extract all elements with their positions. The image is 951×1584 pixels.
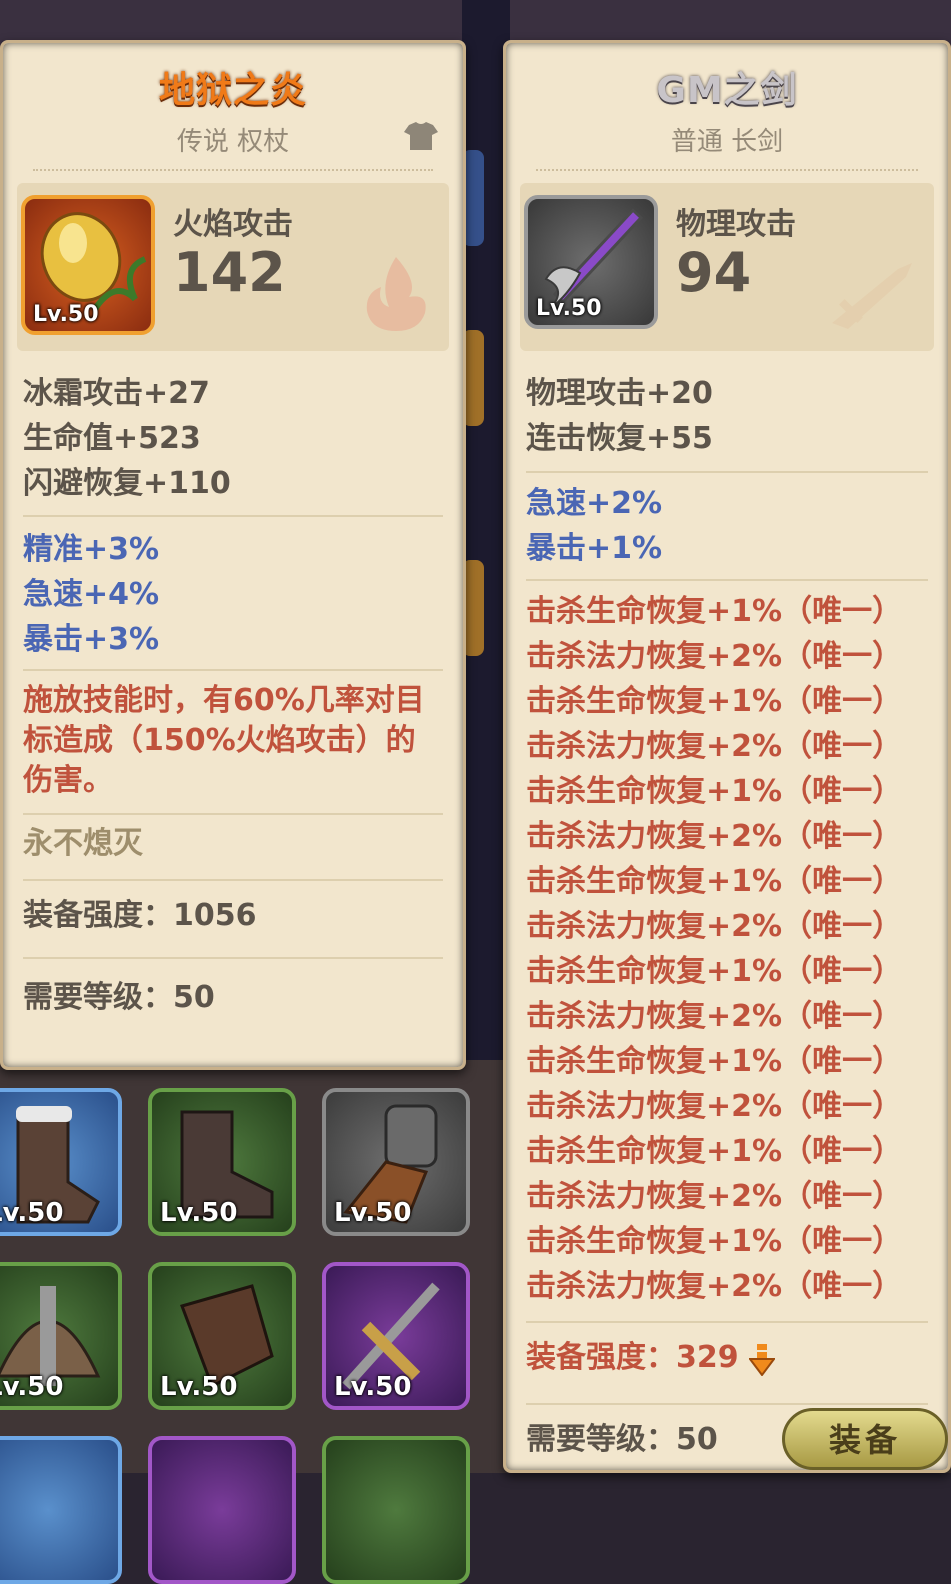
equipment-strength: 装备强度：1056 xyxy=(23,893,443,938)
stat-line: 闪避恢复+110 xyxy=(23,466,231,501)
main-stat-box: Lv.50 火焰攻击 142 xyxy=(17,183,449,351)
main-stat-label: 火焰攻击 xyxy=(173,207,293,242)
stat-line: 急速+2% xyxy=(526,486,663,521)
slot-level: Lv.50 xyxy=(0,1372,64,1402)
skill-effect-text: 施放技能时，有60%几率对目标造成（150%火焰攻击）的伤害。 xyxy=(23,683,425,798)
unique-stat-line: 击杀生命恢复+1%（唯一） xyxy=(526,1134,903,1169)
unique-stats: 击杀生命恢复+1%（唯一） 击杀法力恢复+2%（唯一） 击杀生命恢复+1%（唯一… xyxy=(526,589,928,1309)
slot-level: Lv.50 xyxy=(0,1198,64,1228)
required-level-label: 需要等级： xyxy=(526,1422,676,1457)
slot-level: Lv.50 xyxy=(334,1372,412,1402)
unique-stat-line: 击杀生命恢复+1%（唯一） xyxy=(526,774,903,809)
divider xyxy=(23,669,443,671)
unique-stat-line: 击杀法力恢复+2%（唯一） xyxy=(526,909,903,944)
stat-line: 暴击+3% xyxy=(23,622,160,657)
base-stats: 物理攻击+20 连击恢复+55 xyxy=(526,371,928,461)
strength-label: 装备强度： xyxy=(526,1340,676,1375)
stat-line: 急速+4% xyxy=(23,577,160,612)
inventory-slot[interactable] xyxy=(148,1436,296,1584)
bonus-stats: 精准+3% 急速+4% 暴击+3% xyxy=(23,527,443,662)
item-icon-frame: Lv.50 xyxy=(524,195,658,329)
shirt-icon xyxy=(404,122,438,150)
item-rarity-type: 普通 长剑 xyxy=(670,127,784,157)
required-level: 需要等级：50 xyxy=(23,975,443,1020)
item-icon-frame: Lv.50 xyxy=(21,195,155,335)
equipment-strength: 装备强度：329 xyxy=(526,1335,928,1380)
sword-watermark-icon xyxy=(832,263,912,329)
inventory-slot[interactable] xyxy=(0,1436,122,1584)
equip-button[interactable]: 装备 xyxy=(782,1408,948,1470)
unique-stat-line: 击杀生命恢复+1%（唯一） xyxy=(526,1224,903,1259)
unique-stat-line: 击杀法力恢复+2%（唯一） xyxy=(526,1089,903,1124)
unique-stat-line: 击杀生命恢复+1%（唯一） xyxy=(526,684,903,719)
divider xyxy=(526,471,928,473)
divider xyxy=(526,1321,928,1323)
unique-stat-line: 击杀生命恢复+1%（唯一） xyxy=(526,954,903,989)
strength-label: 装备强度： xyxy=(23,898,173,933)
stat-line: 暴击+1% xyxy=(526,531,663,566)
inventory-slot[interactable]: Lv.50 xyxy=(0,1262,122,1410)
item-name: GM之剑 xyxy=(656,70,798,111)
required-level-value: 50 xyxy=(676,1422,718,1457)
unique-stat-line: 击杀法力恢复+2%（唯一） xyxy=(526,1179,903,1214)
required-level-value: 50 xyxy=(173,980,215,1015)
item-level: Lv.50 xyxy=(33,302,99,327)
main-stat-label: 物理攻击 xyxy=(676,207,796,242)
slot-level: Lv.50 xyxy=(160,1372,238,1402)
divider xyxy=(526,579,928,581)
unique-stat-line: 击杀法力恢复+2%（唯一） xyxy=(526,819,903,854)
divider-dotted xyxy=(33,169,433,175)
flavor-text: 永不熄灭 xyxy=(23,826,143,861)
inventory-slot[interactable]: Lv.50 xyxy=(322,1088,470,1236)
item-rarity-type: 传说 权杖 xyxy=(176,127,290,157)
required-level-label: 需要等级： xyxy=(23,980,173,1015)
item-level: Lv.50 xyxy=(536,296,602,321)
unique-stat-line: 击杀法力恢复+2%（唯一） xyxy=(526,639,903,674)
item-tooltip-right: GM之剑 普通 长剑 Lv.50 物理攻击 94 物理攻击+20 连击恢复+55… xyxy=(503,40,951,1473)
divider-dotted xyxy=(536,169,918,175)
stat-line: 生命值+523 xyxy=(23,421,201,456)
item-tooltip-left: 地狱之炎 传说 权杖 Lv.50 火焰攻击 142 冰霜攻击+27 生命值+52… xyxy=(0,40,466,1070)
inventory-slot[interactable]: Lv.50 xyxy=(148,1262,296,1410)
inventory-slot[interactable]: Lv.50 xyxy=(0,1088,122,1236)
slot-level: Lv.50 xyxy=(160,1198,238,1228)
slot-level: Lv.50 xyxy=(334,1198,412,1228)
divider xyxy=(23,879,443,881)
base-stats: 冰霜攻击+27 生命值+523 闪避恢复+110 xyxy=(23,371,443,506)
inventory-slot[interactable] xyxy=(322,1436,470,1584)
main-stat-value: 94 xyxy=(676,241,752,304)
bonus-stats: 急速+2% 暴击+1% xyxy=(526,481,928,571)
strength-value: 329 xyxy=(676,1340,739,1375)
divider xyxy=(23,813,443,815)
divider xyxy=(526,1403,928,1405)
stat-line: 连击恢复+55 xyxy=(526,421,713,456)
unique-stat-line: 击杀法力恢复+2%（唯一） xyxy=(526,1269,903,1304)
unique-stat-line: 击杀生命恢复+1%（唯一） xyxy=(526,1044,903,1079)
arrow-down-icon xyxy=(748,1343,777,1377)
unique-stat-line: 击杀生命恢复+1%（唯一） xyxy=(526,864,903,899)
unique-stat-line: 击杀生命恢复+1%（唯一） xyxy=(526,594,903,629)
divider xyxy=(23,515,443,517)
stat-line: 精准+3% xyxy=(23,532,160,567)
main-stat-value: 142 xyxy=(173,241,286,304)
stat-line: 冰霜攻击+27 xyxy=(23,376,210,411)
fire-icon xyxy=(366,257,426,331)
divider xyxy=(23,957,443,959)
inventory-slot[interactable]: Lv.50 xyxy=(148,1088,296,1236)
unique-stat-line: 击杀法力恢复+2%（唯一） xyxy=(526,999,903,1034)
inventory-slot[interactable]: Lv.50 xyxy=(322,1262,470,1410)
main-stat-box: Lv.50 物理攻击 94 xyxy=(520,183,934,351)
unique-stat-line: 击杀法力恢复+2%（唯一） xyxy=(526,729,903,764)
stat-line: 物理攻击+20 xyxy=(526,376,713,411)
strength-value: 1056 xyxy=(173,898,257,933)
item-name: 地狱之炎 xyxy=(158,70,307,111)
